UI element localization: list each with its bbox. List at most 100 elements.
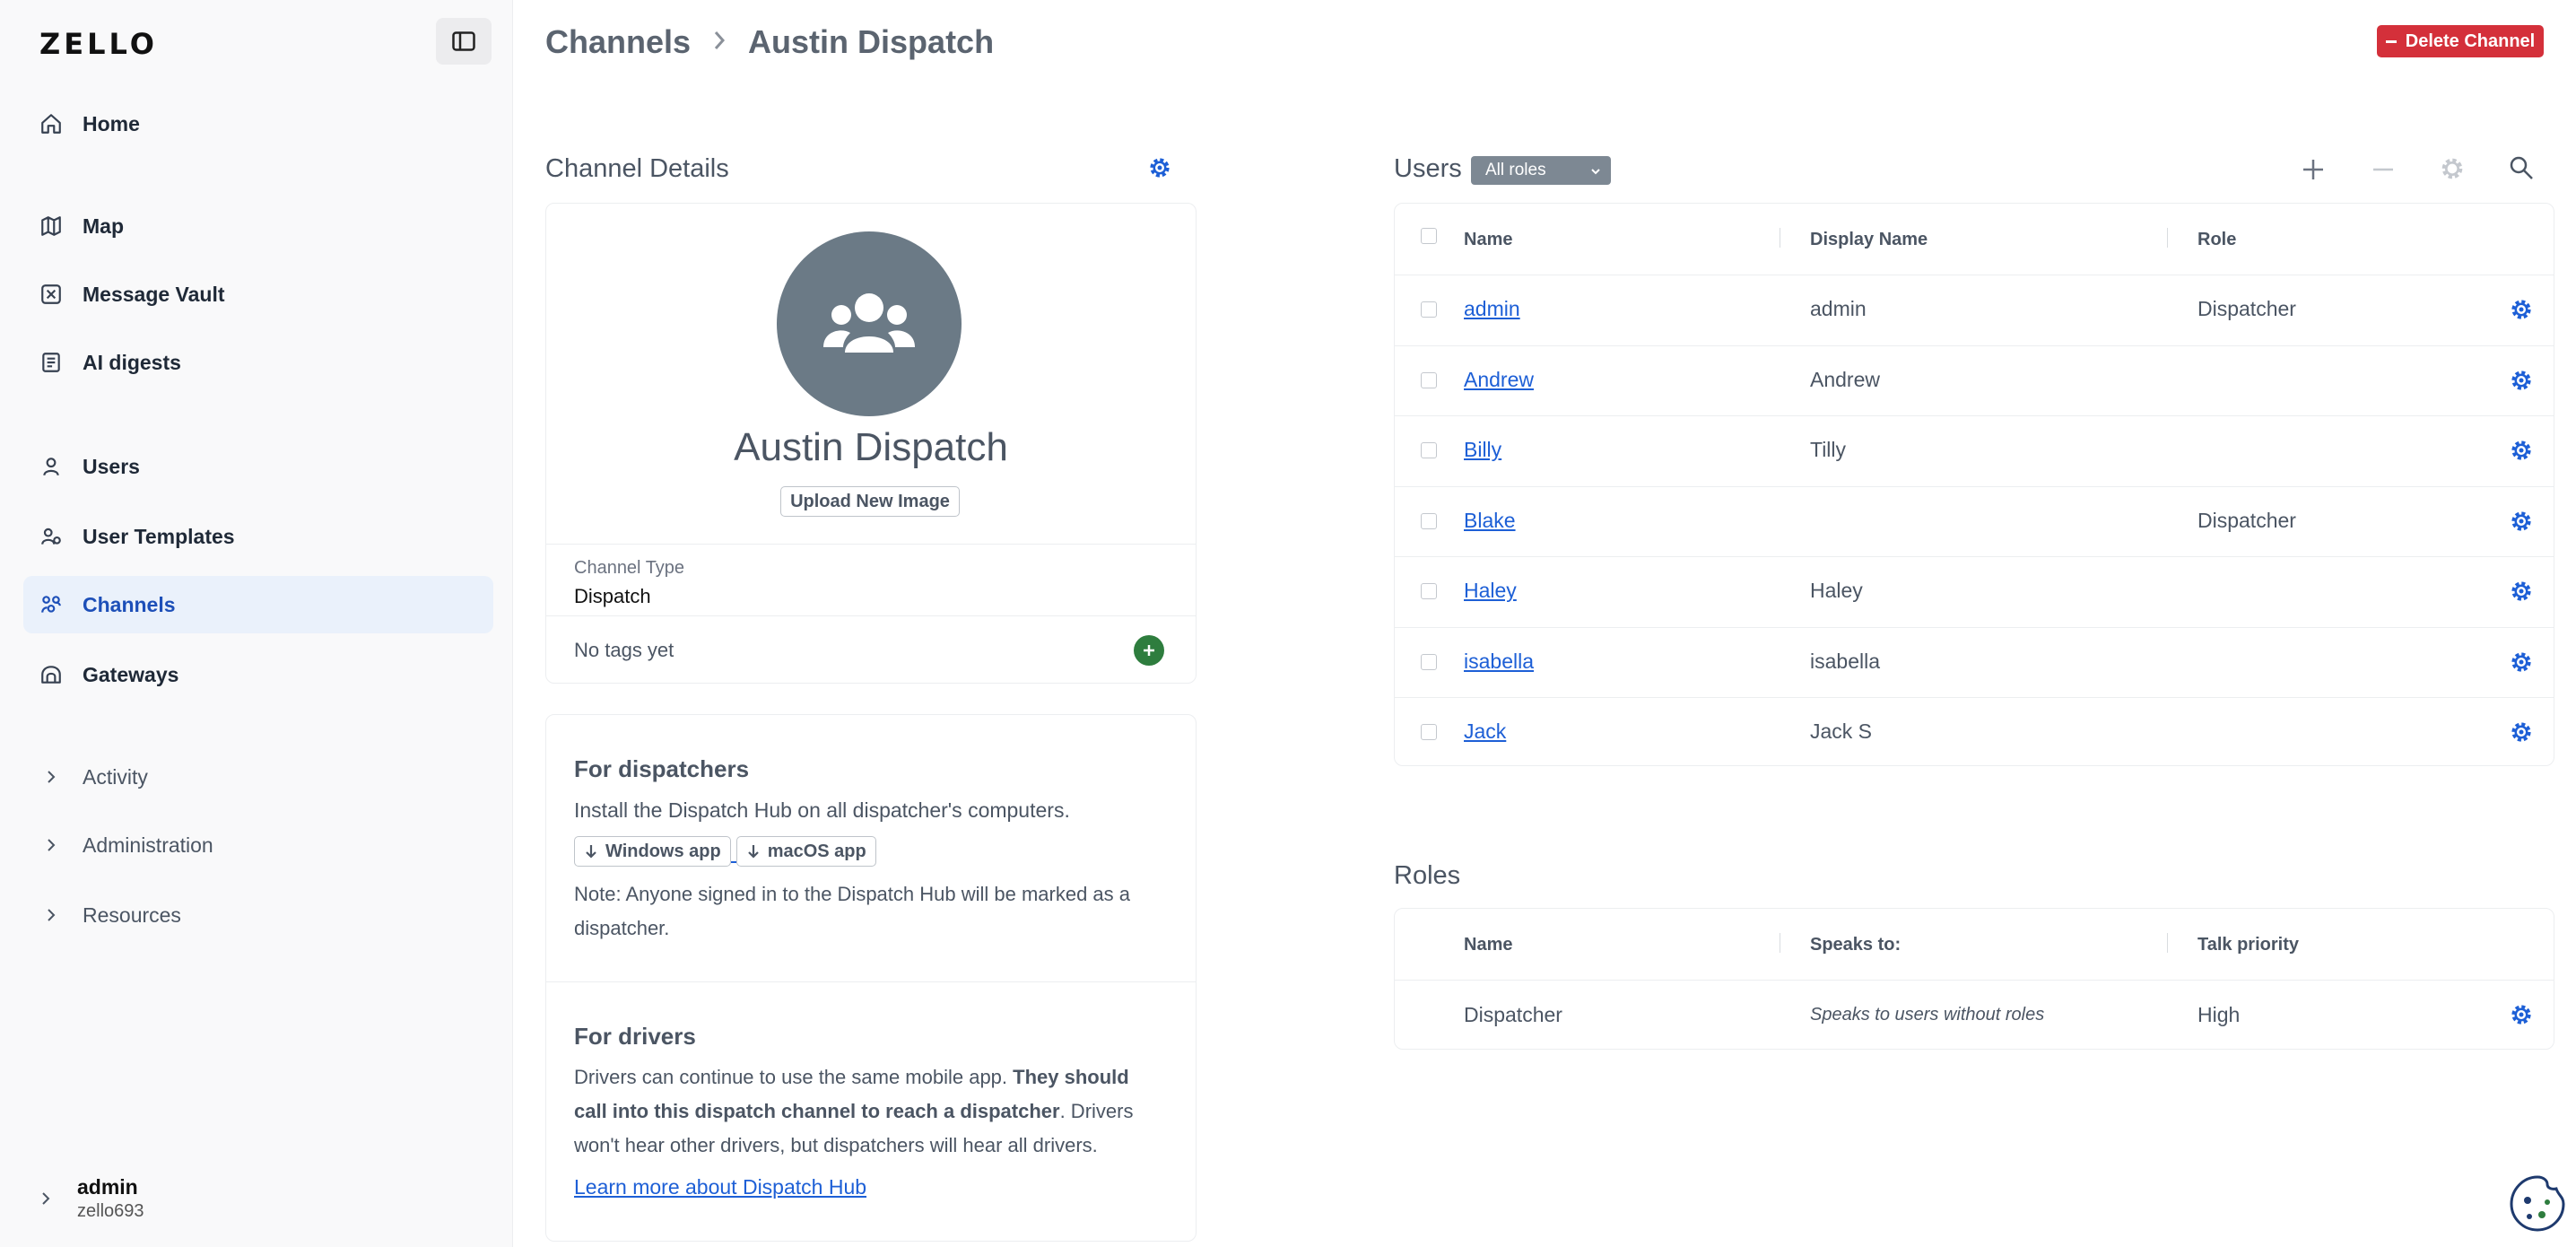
divider (546, 615, 1196, 616)
chevron-right-icon (38, 763, 65, 790)
role-speaks-to: Speaks to users without roles (1810, 1005, 2045, 1025)
channel-name: Austin Dispatch (734, 425, 1008, 469)
breadcrumb-channels-link[interactable]: Channels (545, 23, 691, 61)
user-settings-gear-icon[interactable] (2508, 296, 2535, 323)
remove-user-icon[interactable] (2370, 156, 2397, 183)
sidebar-toggle-button[interactable] (436, 18, 492, 65)
row-divider (1394, 486, 2554, 487)
user-settings-gear-icon[interactable] (2508, 367, 2535, 394)
dispatchers-text: Install the Dispatch Hub on all dispatch… (574, 798, 1070, 822)
template-icon (38, 523, 65, 550)
download-icon (586, 845, 596, 859)
sidebar-item-user-templates[interactable]: User Templates (23, 508, 493, 565)
sidebar-group-activity[interactable]: Activity (23, 748, 493, 806)
add-user-icon[interactable] (2300, 156, 2327, 183)
sidebar-item-label: Gateways (83, 662, 179, 686)
sidebar-item-channels[interactable]: Channels (23, 576, 493, 633)
sidebar-item-users[interactable]: Users (23, 438, 493, 495)
group-icon (823, 293, 915, 353)
row-checkbox[interactable] (1421, 654, 1437, 670)
user-name-link[interactable]: Andrew (1464, 368, 1534, 392)
row-checkbox[interactable] (1421, 442, 1437, 458)
user-display-name: admin (1810, 297, 1867, 320)
macos-app-label: macOS app (767, 841, 866, 861)
channel-settings-gear-icon[interactable] (1146, 154, 1173, 181)
user-icon (38, 453, 65, 480)
minus-icon (2385, 39, 2397, 43)
bulk-settings-gear-icon[interactable] (2438, 154, 2467, 183)
breadcrumb: Channels Austin Dispatch (545, 23, 994, 61)
sidebar-item-label: Home (83, 111, 140, 135)
roles-column-header-talk-priority[interactable]: Talk priority (2197, 935, 2299, 955)
windows-app-button[interactable]: Windows app (574, 836, 731, 867)
channel-avatar (777, 231, 962, 416)
row-checkbox[interactable] (1421, 513, 1437, 529)
user-role: Dispatcher (2197, 509, 2296, 532)
user-settings-gear-icon[interactable] (2508, 437, 2535, 464)
row-checkbox[interactable] (1421, 724, 1437, 740)
sidebar-item-message-vault[interactable]: Message Vault (23, 266, 493, 323)
user-name-link[interactable]: Blake (1464, 509, 1516, 533)
upload-image-button[interactable]: Upload New Image (780, 486, 960, 517)
role-filter-select[interactable]: All roles (1471, 156, 1611, 185)
users-title: Users (1394, 154, 1462, 183)
roles-column-header-speaks-to[interactable]: Speaks to: (1810, 935, 1901, 955)
search-icon[interactable] (2508, 154, 2535, 181)
sidebar-item-label: Channels (83, 592, 176, 616)
account-org: zello693 (77, 1201, 144, 1221)
column-header-role[interactable]: Role (2197, 230, 2236, 250)
roles-column-header-name[interactable]: Name (1464, 935, 1512, 955)
user-display-name: Tilly (1810, 438, 1847, 461)
sidebar-group-resources[interactable]: Resources (23, 886, 493, 944)
account-menu[interactable]: admin zello693 (38, 1175, 144, 1222)
sidebar-item-gateways[interactable]: Gateways (23, 646, 493, 703)
sidebar: ZELLO Home Map Message Vault AI digests … (0, 0, 513, 1247)
cookie-icon[interactable] (2508, 1173, 2567, 1234)
sidebar-item-label: Message Vault (83, 282, 225, 306)
role-settings-gear-icon[interactable] (2508, 1001, 2535, 1028)
user-name-link[interactable]: Billy (1464, 438, 1501, 462)
user-settings-gear-icon[interactable] (2508, 649, 2535, 676)
row-divider (1394, 415, 2554, 416)
column-separator (2167, 933, 2168, 953)
user-settings-gear-icon[interactable] (2508, 719, 2535, 746)
user-name-link[interactable]: admin (1464, 297, 1520, 321)
user-settings-gear-icon[interactable] (2508, 578, 2535, 605)
select-all-checkbox[interactable] (1421, 228, 1437, 244)
sidebar-toggle-icon (452, 31, 475, 51)
row-checkbox[interactable] (1421, 583, 1437, 599)
drivers-text-plain: . Drivers (1059, 1100, 1134, 1122)
user-name-link[interactable]: isabella (1464, 650, 1534, 674)
channel-type-label: Channel Type (574, 558, 685, 578)
user-name-link[interactable]: Haley (1464, 579, 1517, 603)
row-checkbox[interactable] (1421, 372, 1437, 388)
breadcrumb-current: Austin Dispatch (748, 23, 995, 60)
chevron-right-icon (38, 832, 65, 859)
sidebar-group-administration[interactable]: Administration (23, 816, 493, 874)
user-display-name: Andrew (1810, 368, 1880, 391)
delete-channel-label: Delete Channel (2405, 31, 2536, 51)
user-display-name: isabella (1810, 650, 1880, 673)
zello-logo[interactable]: ZELLO (39, 27, 158, 61)
column-header-name[interactable]: Name (1464, 230, 1512, 250)
download-buttons: Windows app macOS app (574, 836, 876, 867)
row-checkbox[interactable] (1421, 301, 1437, 318)
macos-app-button[interactable]: macOS app (735, 836, 876, 867)
user-role: Dispatcher (2197, 297, 2296, 320)
delete-channel-button[interactable]: Delete Channel (2377, 25, 2544, 57)
chevron-right-icon (710, 23, 728, 61)
role-name: Dispatcher (1464, 1003, 1562, 1026)
account-username: admin (77, 1175, 138, 1199)
dispatchers-note: Note: Anyone signed in to the Dispatch H… (574, 877, 1130, 946)
user-name-link[interactable]: Jack (1464, 719, 1506, 744)
user-settings-gear-icon[interactable] (2508, 508, 2535, 535)
add-tag-button[interactable] (1134, 635, 1164, 666)
sidebar-item-map[interactable]: Map (23, 197, 493, 255)
tags-empty-text: No tags yet (574, 639, 674, 661)
sidebar-item-label: User Templates (83, 524, 235, 548)
learn-more-link[interactable]: Learn more about Dispatch Hub (574, 1175, 866, 1199)
row-divider (1394, 556, 2554, 557)
sidebar-item-home[interactable]: Home (23, 95, 493, 153)
column-header-display-name[interactable]: Display Name (1810, 230, 1928, 250)
sidebar-item-ai-digests[interactable]: AI digests (23, 334, 493, 391)
